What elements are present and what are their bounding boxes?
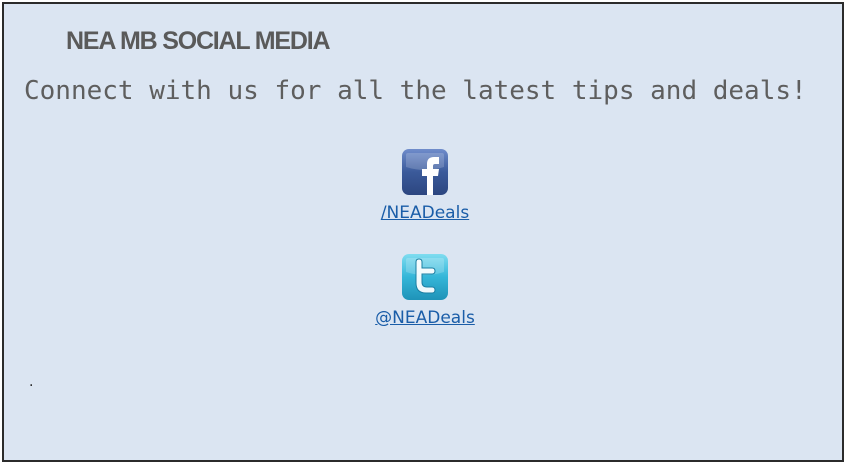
facebook-entry: /NEADeals [4, 149, 846, 223]
facebook-link[interactable]: /NEADeals [381, 203, 469, 223]
facebook-icon[interactable] [402, 149, 448, 195]
twitter-entry: @NEADeals [4, 254, 846, 328]
footer-dot: . [29, 374, 34, 390]
social-media-panel: NEA MB SOCIAL MEDIA Connect with us for … [2, 2, 844, 462]
twitter-link[interactable]: @NEADeals [375, 308, 475, 328]
panel-subtitle: Connect with us for all the latest tips … [24, 76, 807, 106]
twitter-icon[interactable] [402, 254, 448, 300]
panel-title: NEA MB SOCIAL MEDIA [66, 27, 331, 55]
